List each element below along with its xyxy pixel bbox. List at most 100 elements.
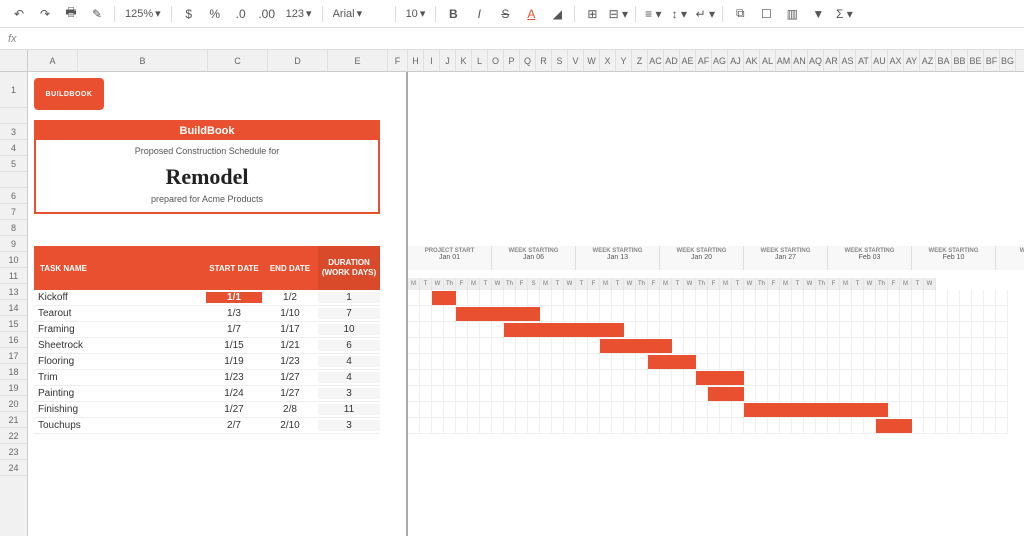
col-header[interactable]: AF [696, 50, 712, 71]
row-header[interactable] [0, 108, 27, 124]
col-header[interactable]: AE [680, 50, 696, 71]
task-name-cell[interactable]: Tearout [34, 308, 206, 319]
col-header[interactable]: C [208, 50, 268, 71]
row-header[interactable]: 1 [0, 72, 27, 108]
duration-cell[interactable]: 4 [318, 372, 380, 383]
col-header[interactable]: AK [744, 50, 760, 71]
task-name-cell[interactable]: Flooring [34, 356, 206, 367]
col-header[interactable]: W [584, 50, 600, 71]
col-header[interactable]: AT [856, 50, 872, 71]
end-date-cell[interactable]: 1/10 [262, 308, 318, 319]
gantt-bar[interactable] [648, 355, 696, 369]
start-date-cell[interactable]: 1/3 [206, 308, 262, 319]
task-row[interactable]: Tearout 1/3 1/10 7 [34, 306, 380, 322]
row-header[interactable]: 8 [0, 220, 27, 236]
row-header[interactable]: 22 [0, 428, 27, 444]
col-header[interactable]: AY [904, 50, 920, 71]
start-date-cell[interactable]: 1/7 [206, 324, 262, 335]
col-header[interactable]: BG [1000, 50, 1016, 71]
task-row[interactable]: Kickoff 1/1 1/2 1 [34, 290, 380, 306]
duration-cell[interactable]: 11 [318, 404, 380, 415]
duration-cell[interactable]: 3 [318, 420, 380, 431]
col-header[interactable]: A [28, 50, 78, 71]
currency-icon[interactable]: $ [178, 3, 200, 25]
col-header[interactable]: AS [840, 50, 856, 71]
start-date-cell[interactable]: 1/27 [206, 404, 262, 415]
task-name-cell[interactable]: Touchups [34, 420, 206, 431]
end-date-cell[interactable]: 1/27 [262, 372, 318, 383]
col-header[interactable]: Q [520, 50, 536, 71]
col-header[interactable]: BA [936, 50, 952, 71]
duration-cell[interactable]: 10 [318, 324, 380, 335]
gantt-bar[interactable] [600, 339, 672, 353]
start-date-cell[interactable]: 1/15 [206, 340, 262, 351]
task-row[interactable]: Framing 1/7 1/17 10 [34, 322, 380, 338]
row-header[interactable]: 17 [0, 348, 27, 364]
paint-icon[interactable]: ✎ [86, 3, 108, 25]
col-header[interactable]: V [568, 50, 584, 71]
link-icon[interactable]: ⧉ [729, 3, 751, 25]
col-header[interactable]: AZ [920, 50, 936, 71]
task-row[interactable]: Finishing 1/27 2/8 11 [34, 402, 380, 418]
filter-icon[interactable]: ▼ [807, 3, 829, 25]
task-name-cell[interactable]: Painting [34, 388, 206, 399]
gantt-bar[interactable] [696, 371, 744, 385]
row-header[interactable]: 11 [0, 268, 27, 284]
gantt-bar[interactable] [456, 307, 540, 321]
font-size-select[interactable]: 10 ▾ [402, 5, 430, 22]
row-header[interactable]: 9 [0, 236, 27, 252]
row-header[interactable]: 3 [0, 124, 27, 140]
duration-cell[interactable]: 1 [318, 292, 380, 303]
percent-icon[interactable]: % [204, 3, 226, 25]
row-header[interactable] [0, 172, 27, 188]
zoom-select[interactable]: 125% ▾ [121, 5, 165, 22]
col-header[interactable]: O [488, 50, 504, 71]
col-header[interactable]: R [536, 50, 552, 71]
wrap-icon[interactable]: ↵ ▾ [694, 3, 716, 25]
end-date-cell[interactable]: 2/8 [262, 404, 318, 415]
end-date-cell[interactable]: 1/21 [262, 340, 318, 351]
gantt-bar[interactable] [744, 403, 888, 417]
text-color-icon[interactable]: A [520, 3, 542, 25]
row-header[interactable]: 18 [0, 364, 27, 380]
select-all-corner[interactable] [0, 50, 28, 72]
row-header[interactable]: 13 [0, 284, 27, 300]
task-row[interactable]: Sheetrock 1/15 1/21 6 [34, 338, 380, 354]
col-header[interactable]: AM [776, 50, 792, 71]
end-date-cell[interactable]: 1/23 [262, 356, 318, 367]
duration-cell[interactable]: 3 [318, 388, 380, 399]
col-header[interactable]: AC [648, 50, 664, 71]
strike-button[interactable]: S [494, 3, 516, 25]
chart-icon[interactable]: ▥ [781, 3, 803, 25]
gantt-bar[interactable] [708, 387, 744, 401]
decimal-decrease-icon[interactable]: .0 [230, 3, 252, 25]
col-header[interactable]: AN [792, 50, 808, 71]
col-header[interactable]: H [408, 50, 424, 71]
task-name-cell[interactable]: Kickoff [34, 292, 206, 303]
col-header[interactable]: P [504, 50, 520, 71]
col-header[interactable]: Z [632, 50, 648, 71]
col-header[interactable]: S [552, 50, 568, 71]
start-date-cell[interactable]: 1/23 [206, 372, 262, 383]
bold-button[interactable]: B [442, 3, 464, 25]
duration-cell[interactable]: 7 [318, 308, 380, 319]
col-header[interactable]: AL [760, 50, 776, 71]
halign-icon[interactable]: ≡ ▾ [642, 3, 664, 25]
fill-color-icon[interactable]: ◢ [546, 3, 568, 25]
gantt-bar[interactable] [876, 419, 912, 433]
row-header[interactable]: 24 [0, 460, 27, 476]
print-icon[interactable]: 🖶 [60, 3, 82, 25]
comment-icon[interactable]: ☐ [755, 3, 777, 25]
row-header[interactable]: 4 [0, 140, 27, 156]
row-header[interactable]: 19 [0, 380, 27, 396]
row-header[interactable]: 5 [0, 156, 27, 172]
start-date-cell[interactable]: 1/1 [206, 292, 262, 303]
end-date-cell[interactable]: 1/27 [262, 388, 318, 399]
row-header[interactable]: 14 [0, 300, 27, 316]
task-name-cell[interactable]: Sheetrock [34, 340, 206, 351]
task-name-cell[interactable]: Trim [34, 372, 206, 383]
formula-bar[interactable]: fx [0, 28, 1024, 50]
col-header[interactable]: AJ [728, 50, 744, 71]
gantt-bar[interactable] [432, 291, 456, 305]
row-header[interactable]: 6 [0, 188, 27, 204]
